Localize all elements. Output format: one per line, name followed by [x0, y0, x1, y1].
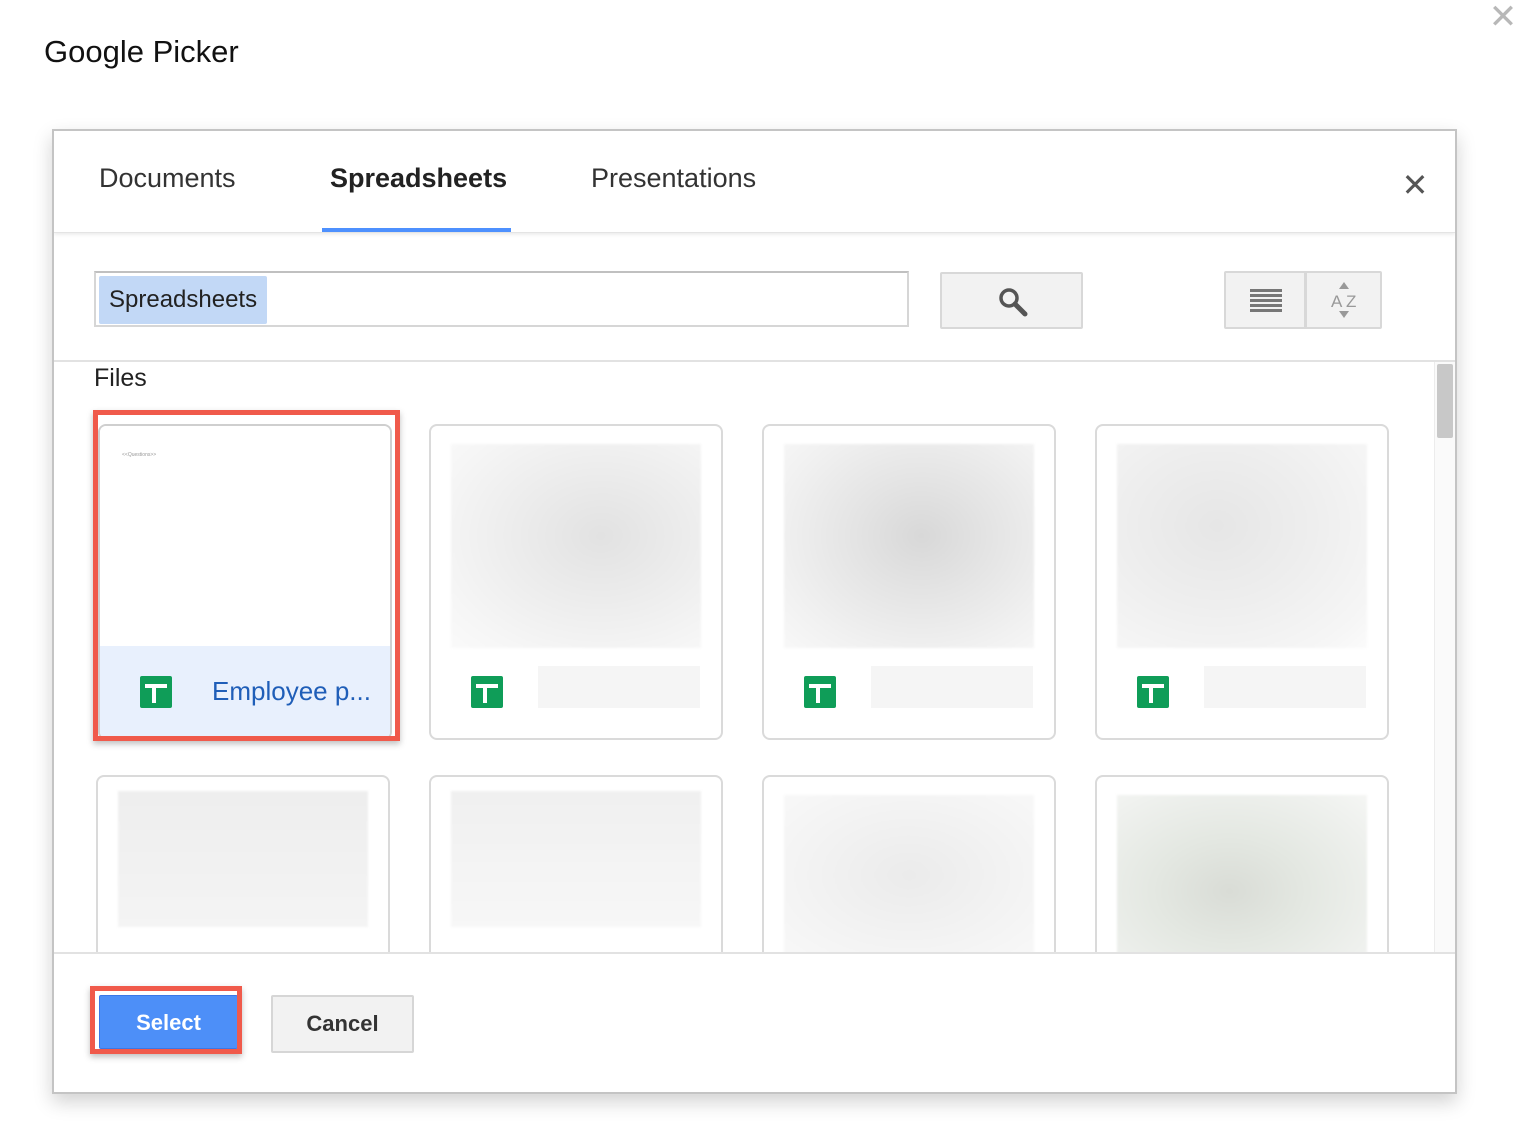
file-thumbnail	[784, 795, 1034, 952]
list-view-button[interactable]	[1224, 271, 1306, 329]
sheets-icon	[804, 676, 836, 708]
cancel-button[interactable]: Cancel	[271, 995, 414, 1053]
dialog-footer: Select Cancel	[54, 952, 1455, 1092]
file-tile[interactable]	[1095, 424, 1389, 740]
preview-text: <<Questions>>	[122, 452, 157, 458]
active-tab-indicator	[322, 228, 511, 232]
file-thumbnail	[451, 791, 701, 927]
search-bar: Spreadsheets A Z	[54, 233, 1455, 362]
files-panel: Files <<Questions>> Employee p...	[54, 362, 1455, 952]
section-label-files: Files	[94, 364, 147, 392]
file-thumbnail	[451, 444, 701, 648]
tab-documents[interactable]: Documents	[99, 163, 236, 194]
file-tile[interactable]	[429, 775, 723, 952]
close-icon[interactable]: ✕	[1399, 169, 1431, 201]
file-tile[interactable]	[96, 775, 390, 952]
svg-text:A: A	[1331, 292, 1343, 311]
sheets-icon	[471, 676, 503, 708]
window-title: Google Picker	[44, 34, 239, 69]
search-icon	[999, 288, 1028, 317]
scrollbar-thumb[interactable]	[1437, 364, 1453, 438]
search-query-chip[interactable]: Spreadsheets	[99, 276, 268, 324]
file-thumbnail	[1117, 444, 1367, 648]
file-name-redacted	[538, 666, 700, 708]
search-input[interactable]: Spreadsheets	[94, 271, 909, 327]
sheets-icon	[1137, 676, 1169, 708]
tab-bar: Documents Spreadsheets Presentations ✕	[54, 131, 1455, 233]
sort-button[interactable]: A Z	[1305, 271, 1382, 329]
file-tile[interactable]	[1095, 775, 1389, 952]
file-tile[interactable]	[429, 424, 723, 740]
sheets-icon	[140, 676, 172, 708]
file-tile[interactable]: <<Questions>> Employee p...	[98, 424, 392, 740]
picker-dialog: Documents Spreadsheets Presentations ✕ S…	[52, 129, 1457, 1094]
file-preview: <<Questions>>	[100, 426, 390, 646]
scrollbar[interactable]	[1434, 362, 1455, 952]
tab-spreadsheets[interactable]: Spreadsheets	[330, 163, 507, 194]
file-thumbnail	[784, 444, 1034, 648]
file-tile-footer: Employee p...	[100, 646, 390, 738]
file-tile[interactable]	[762, 775, 1056, 952]
file-name: Employee p...	[212, 676, 371, 706]
svg-text:Z: Z	[1346, 292, 1356, 311]
file-name-redacted	[871, 666, 1033, 708]
tab-presentations[interactable]: Presentations	[591, 163, 756, 194]
outer-close-icon[interactable]: ✕	[1488, 0, 1518, 34]
file-thumbnail	[1117, 795, 1367, 952]
file-tile[interactable]	[762, 424, 1056, 740]
file-thumbnail	[118, 791, 368, 927]
select-button[interactable]: Select	[99, 995, 238, 1049]
search-button[interactable]	[940, 272, 1083, 329]
file-name-redacted	[1204, 666, 1366, 708]
list-view-icon	[1250, 289, 1282, 312]
sort-az-icon: A Z	[1331, 282, 1356, 318]
